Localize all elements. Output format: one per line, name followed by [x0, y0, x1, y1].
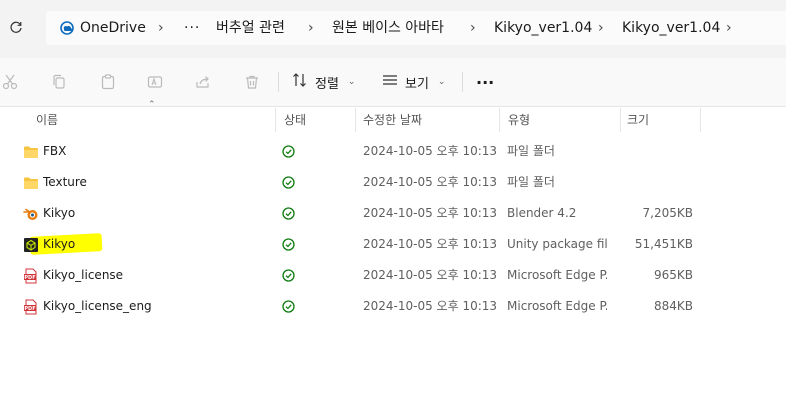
file-row[interactable]: PDF Kikyo_license 2024-10-05 오후 10:13 Mi… — [0, 260, 786, 291]
cut-icon[interactable] — [0, 70, 22, 94]
folder-icon — [23, 144, 39, 160]
chevron-down-icon: ⌄ — [437, 77, 446, 87]
file-name: FBX — [43, 144, 67, 158]
file-row[interactable]: Kikyo 2024-10-05 오후 10:13 Unity package … — [0, 229, 786, 260]
paste-icon[interactable] — [96, 70, 120, 94]
column-header-size[interactable]: 크기 — [627, 108, 649, 132]
sync-status-icon — [282, 207, 295, 220]
sync-status-icon — [282, 238, 295, 251]
delete-icon[interactable] — [240, 70, 264, 94]
more-options-button[interactable]: ··· — [476, 68, 494, 96]
pdf-icon: PDF — [23, 299, 39, 315]
onedrive-icon — [58, 11, 76, 45]
column-header-status[interactable]: 상태 — [284, 108, 306, 132]
file-name: Kikyo_license — [43, 268, 124, 282]
pdf-icon: PDF — [23, 268, 39, 284]
sync-status-icon — [282, 176, 295, 189]
file-size: 7,205KB — [642, 206, 693, 220]
column-header-name[interactable]: 이름 — [36, 108, 58, 132]
blender-icon — [23, 206, 39, 222]
command-bar: 정렬 ⌄ 보기 ⌄ ··· — [0, 58, 786, 107]
sort-icon — [292, 72, 308, 92]
chevron-right-icon[interactable]: › — [158, 11, 164, 45]
column-divider[interactable] — [620, 108, 621, 132]
sort-label: 정렬 — [315, 76, 339, 92]
breadcrumb-item-onedrive[interactable]: OneDrive — [80, 11, 146, 45]
file-size — [620, 136, 693, 167]
file-modified: 2024-10-05 오후 10:13 — [363, 206, 498, 220]
file-row[interactable]: FBX 2024-10-05 오후 10:13 파일 폴더 — [0, 136, 786, 167]
sync-status-icon — [282, 269, 295, 282]
rename-icon[interactable] — [143, 70, 167, 94]
column-divider[interactable] — [355, 108, 356, 132]
toolbar-divider — [278, 72, 279, 92]
column-header-type[interactable]: 유형 — [508, 108, 530, 132]
breadcrumb-item-virtual[interactable]: 버추얼 관련 — [216, 11, 285, 45]
breadcrumb: OneDrive › ··· 버추얼 관련 › 원본 베이스 아바타 › Kik… — [46, 11, 786, 45]
file-modified: 2024-10-05 오후 10:13 — [363, 299, 498, 313]
column-divider[interactable] — [499, 108, 500, 132]
file-row[interactable]: PDF Kikyo_license_eng 2024-10-05 오후 10:1… — [0, 291, 786, 322]
file-name: Kikyo — [43, 237, 76, 251]
file-size — [620, 167, 693, 198]
svg-text:PDF: PDF — [24, 306, 35, 312]
sort-button[interactable]: 정렬 ⌄ — [292, 68, 355, 96]
view-label: 보기 — [405, 76, 429, 92]
file-type: Blender 4.2 — [507, 206, 577, 220]
view-button[interactable]: 보기 ⌄ — [382, 68, 445, 96]
svg-text:PDF: PDF — [24, 275, 35, 281]
breadcrumb-overflow-button[interactable]: ··· — [184, 11, 200, 45]
column-divider[interactable] — [275, 108, 276, 132]
share-icon[interactable] — [191, 70, 215, 94]
file-name: Kikyo_license_eng — [43, 299, 152, 313]
file-modified: 2024-10-05 오후 10:13 — [363, 268, 498, 282]
toolbar-divider — [462, 72, 463, 92]
breadcrumb-item-kikyo-2[interactable]: Kikyo_ver1.04 — [622, 11, 720, 45]
file-type: 파일 폴더 — [507, 144, 555, 158]
chevron-right-icon[interactable]: › — [470, 11, 476, 45]
file-type: Microsoft Edge P... — [507, 299, 607, 313]
column-divider[interactable] — [700, 108, 701, 132]
view-list-icon — [382, 72, 398, 92]
folder-icon — [23, 175, 39, 191]
sort-ascending-icon: ⌃ — [148, 100, 156, 110]
breadcrumb-item-base-avatar[interactable]: 원본 베이스 아바타 — [332, 11, 444, 45]
address-bar: OneDrive › ··· 버추얼 관련 › 원본 베이스 아바타 › Kik… — [0, 0, 786, 58]
copy-icon[interactable] — [47, 70, 71, 94]
column-header-modified[interactable]: 수정한 날짜 — [363, 108, 422, 132]
file-row[interactable]: Texture 2024-10-05 오후 10:13 파일 폴더 — [0, 167, 786, 198]
file-size: 51,451KB — [634, 237, 693, 251]
file-name: Texture — [43, 175, 87, 189]
file-modified: 2024-10-05 오후 10:13 — [363, 237, 498, 251]
file-modified: 2024-10-05 오후 10:13 — [363, 144, 498, 158]
chevron-down-icon: ⌄ — [347, 77, 356, 87]
file-type: Microsoft Edge P... — [507, 268, 607, 282]
unity-package-icon — [23, 237, 39, 253]
breadcrumb-item-kikyo-1[interactable]: Kikyo_ver1.04 — [494, 11, 592, 45]
file-modified: 2024-10-05 오후 10:13 — [363, 175, 498, 189]
sync-status-icon — [282, 300, 295, 313]
file-name: Kikyo — [43, 206, 76, 220]
chevron-right-icon[interactable]: › — [308, 11, 314, 45]
file-size: 965KB — [653, 268, 693, 282]
file-size: 884KB — [653, 299, 693, 313]
sync-status-icon — [282, 145, 295, 158]
file-row[interactable]: Kikyo 2024-10-05 오후 10:13 Blender 4.2 7,… — [0, 198, 786, 229]
chevron-right-icon[interactable]: › — [726, 11, 732, 45]
file-type: Unity package file — [507, 237, 607, 251]
chevron-right-icon[interactable]: › — [598, 11, 604, 45]
refresh-icon[interactable] — [6, 18, 26, 38]
file-type: 파일 폴더 — [507, 175, 555, 189]
